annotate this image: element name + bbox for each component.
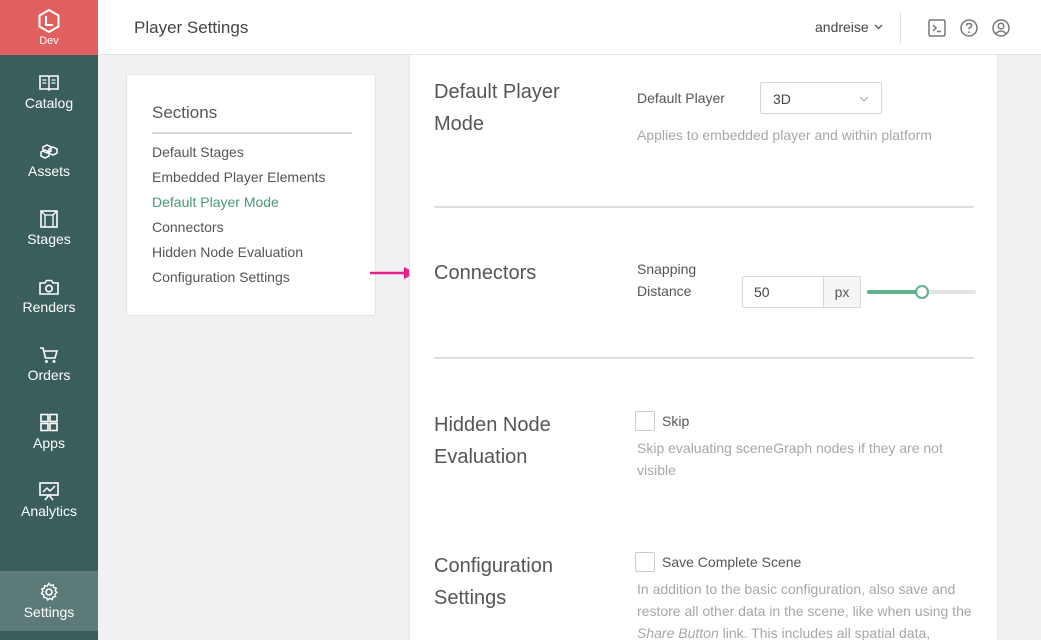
slider-thumb[interactable] [914,285,929,299]
section-heading-connectors: Connectors [434,262,537,284]
default-player-help: Applies to embedded player and within pl… [637,127,932,143]
grid-icon [40,413,58,432]
user-name: andreise [815,19,869,35]
section-link-connectors[interactable]: Connectors [152,219,224,235]
nav-label: Catalog [24,95,74,111]
settings-panel: Default Player Mode Default Player 3D Ap… [409,55,998,640]
default-player-select[interactable]: 3D [760,82,882,114]
section-link-default-player-mode[interactable]: Default Player Mode [152,194,279,210]
page-title: Player Settings [134,18,249,37]
nav-item-analytics[interactable]: Analytics [0,470,98,530]
chart-icon [39,482,59,501]
user-menu[interactable]: andreise [815,19,883,35]
skip-checkbox[interactable] [635,411,655,431]
section-heading-configuration-settings: Configuration Settings [434,555,553,609]
slider-fill [867,290,922,294]
nav-item-assets[interactable]: Assets [0,130,98,190]
section-heading-hidden-node-evaluation: Hidden Node Evaluation [434,414,551,468]
cart-icon [40,347,59,363]
help-icon[interactable] [959,18,979,38]
terminal-icon[interactable] [927,18,947,38]
save-complete-scene-label: Save Complete Scene [662,554,802,570]
configuration-help: In addition to the basic configuration, … [637,578,982,640]
chevron-down-icon [874,24,883,30]
section-link-configuration-settings[interactable]: Configuration Settings [152,269,290,285]
nav-item-catalog[interactable]: Catalog [0,62,98,122]
book-icon [39,75,59,92]
nav-item-apps[interactable]: Apps [0,402,98,462]
default-player-label: Default Player [637,90,725,106]
section-link-embedded-player-elements[interactable]: Embedded Player Elements [152,169,326,185]
logo-icon [38,8,60,33]
skip-checkbox-label: Skip [662,413,690,429]
nav-item-settings[interactable]: Settings [0,571,98,631]
chevron-down-icon [859,96,869,102]
top-header: Player Settings andreise [98,0,1041,55]
section-divider [434,357,974,359]
default-player-value: 3D [773,91,791,107]
nav-label: Apps [33,435,65,451]
sections-card: Sections Default Stages Embedded Player … [126,74,376,316]
sections-title: Sections [152,103,218,122]
stage-icon [40,210,58,228]
gear-icon [40,582,59,602]
save-complete-scene-checkbox[interactable] [635,552,655,572]
brand-logo[interactable]: Dev [0,0,98,55]
env-label: Dev [39,34,59,47]
section-divider [434,206,974,208]
header-divider [900,12,901,44]
nav-label: Settings [23,604,75,620]
nav-label: Renders [22,299,76,315]
sections-divider [152,132,352,134]
section-heading-default-player-mode: Default Player Mode [434,81,560,135]
configuration-help-text: In addition to the basic configuration, … [637,581,972,619]
nav-label: Assets [27,163,70,179]
share-button-reference: Share Button [637,625,719,640]
section-link-hidden-node-evaluation[interactable]: Hidden Node Evaluation [152,244,303,260]
sidebar: Dev Catalog Assets Stages Renders Orders… [0,0,98,640]
nav-item-orders[interactable]: Orders [0,334,98,394]
snapping-distance-slider[interactable] [867,284,976,300]
snapping-distance-label: Snapping Distance [637,261,697,299]
nav-item-stages[interactable]: Stages [0,198,98,258]
section-link-default-stages[interactable]: Default Stages [152,144,244,160]
nav-label: Stages [27,231,71,247]
snapping-distance-unit: px [823,276,861,308]
snapping-distance-input[interactable] [742,276,824,308]
user-icon[interactable] [991,18,1011,38]
hidden-node-help: Skip evaluating sceneGraph nodes if they… [637,440,943,478]
cubes-icon [40,144,58,159]
nav-item-renders[interactable]: Renders [0,266,98,326]
camera-icon [39,279,59,295]
nav-label: Analytics [20,503,78,519]
nav-label: Orders [27,367,71,383]
configuration-help-text-end: link. This includes all spatial data, [718,625,931,640]
